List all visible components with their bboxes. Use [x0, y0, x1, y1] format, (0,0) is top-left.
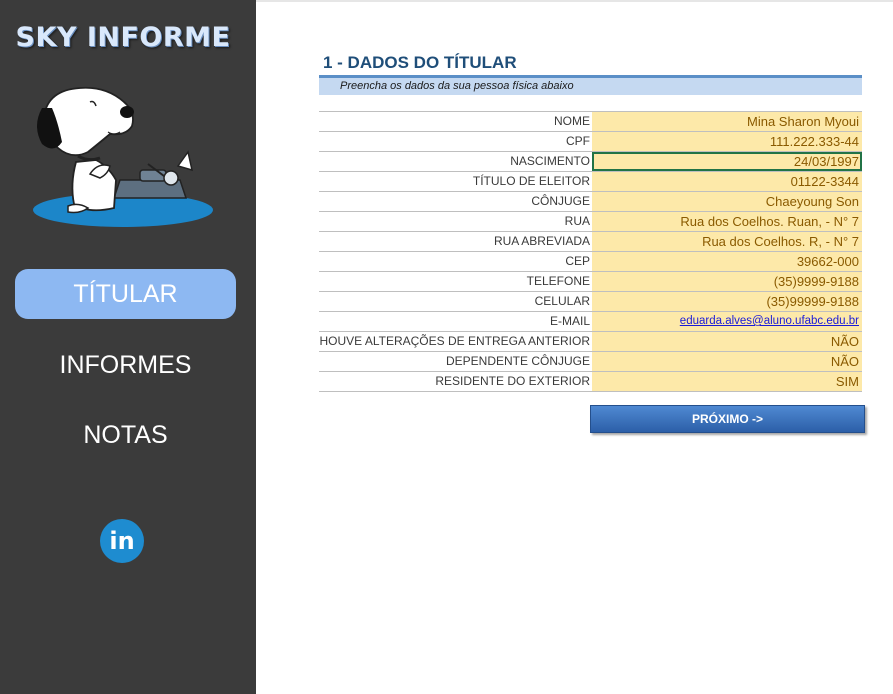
- field-label: TELEFONE: [526, 274, 590, 288]
- titular-form: NOME Mina Sharon Myoui CPF 111.222.333-4…: [319, 111, 862, 392]
- snoopy-typewriter-logo: [33, 86, 213, 227]
- field-row-telefone: TELEFONE (35)9999-9188: [319, 272, 862, 292]
- linkedin-icon[interactable]: in: [100, 519, 144, 563]
- nav-titular[interactable]: TÍTULAR: [15, 269, 236, 319]
- field-label: RUA ABREVIADA: [493, 234, 590, 248]
- field-label: TÍTULO DE ELEITOR: [472, 174, 590, 188]
- field-row-residente-exterior: RESIDENTE DO EXTERIOR SIM: [319, 372, 862, 392]
- field-label: CELULAR: [534, 294, 590, 308]
- field-label: DEPENDENTE CÔNJUGE: [445, 354, 590, 368]
- field-row-nome: NOME Mina Sharon Myoui: [319, 112, 862, 132]
- field-row-titulo-eleitor: TÍTULO DE ELEITOR 01122-3344: [319, 172, 862, 192]
- field-label: NOME: [554, 114, 590, 128]
- field-value-cep[interactable]: 39662-000: [592, 252, 862, 271]
- field-row-nascimento: NASCIMENTO 24/03/1997: [319, 152, 862, 172]
- field-row-celular: CELULAR (35)99999-9188: [319, 292, 862, 312]
- field-value-cpf[interactable]: 111.222.333-44: [592, 132, 862, 151]
- field-label: HOUVE ALTERAÇÕES DE ENTREGA ANTERIOR: [319, 334, 590, 348]
- nav-notas[interactable]: NOTAS: [15, 410, 236, 460]
- field-row-conjuge: CÔNJUGE Chaeyoung Son: [319, 192, 862, 212]
- field-label: E-MAIL: [549, 314, 590, 328]
- brand-title: SKY INFORME: [15, 22, 231, 53]
- field-label: CEP: [565, 254, 590, 268]
- field-value-residente-exterior[interactable]: SIM: [592, 372, 862, 391]
- field-value-celular[interactable]: (35)99999-9188: [592, 292, 862, 311]
- field-row-dependente-conjuge: DEPENDENTE CÔNJUGE NÃO: [319, 352, 862, 372]
- field-row-alteracoes: HOUVE ALTERAÇÕES DE ENTREGA ANTERIOR NÃO: [319, 332, 862, 352]
- next-button[interactable]: PRÓXIMO ->: [590, 405, 865, 433]
- field-label: CPF: [566, 134, 590, 148]
- field-row-cep: CEP 39662-000: [319, 252, 862, 272]
- field-value-email-link[interactable]: eduarda.alves@aluno.ufabc.edu.br: [592, 312, 862, 331]
- sidebar: SKY INFORME TÍTULAR INFORMES NOTAS in: [0, 0, 256, 694]
- field-value-titulo-eleitor[interactable]: 01122-3344: [592, 172, 862, 191]
- page-subtitle: Preencha os dados da sua pessoa física a…: [340, 80, 574, 92]
- top-border: [256, 0, 893, 2]
- field-value-telefone[interactable]: (35)9999-9188: [592, 272, 862, 291]
- field-value-dependente-conjuge[interactable]: NÃO: [592, 352, 862, 371]
- nav-informes[interactable]: INFORMES: [15, 340, 236, 390]
- field-value-alteracoes[interactable]: NÃO: [592, 332, 862, 351]
- field-value-conjuge[interactable]: Chaeyoung Son: [592, 192, 862, 211]
- field-row-rua-abreviada: RUA ABREVIADA Rua dos Coelhos. R, - N° 7: [319, 232, 862, 252]
- field-label: CÔNJUGE: [531, 194, 590, 208]
- page-title: 1 - DADOS DO TÍTULAR: [323, 53, 517, 72]
- field-row-email: E-MAIL eduarda.alves@aluno.ufabc.edu.br: [319, 312, 862, 332]
- field-value-rua-abreviada[interactable]: Rua dos Coelhos. R, - N° 7: [592, 232, 862, 251]
- field-value-nascimento[interactable]: 24/03/1997: [592, 152, 862, 171]
- field-label: NASCIMENTO: [510, 154, 590, 168]
- field-label: RESIDENTE DO EXTERIOR: [435, 374, 590, 388]
- field-row-rua: RUA Rua dos Coelhos. Ruan, - N° 7: [319, 212, 862, 232]
- field-row-cpf: CPF 111.222.333-44: [319, 132, 862, 152]
- field-label: RUA: [564, 214, 590, 228]
- field-value-nome[interactable]: Mina Sharon Myoui: [592, 112, 862, 131]
- field-value-rua[interactable]: Rua dos Coelhos. Ruan, - N° 7: [592, 212, 862, 231]
